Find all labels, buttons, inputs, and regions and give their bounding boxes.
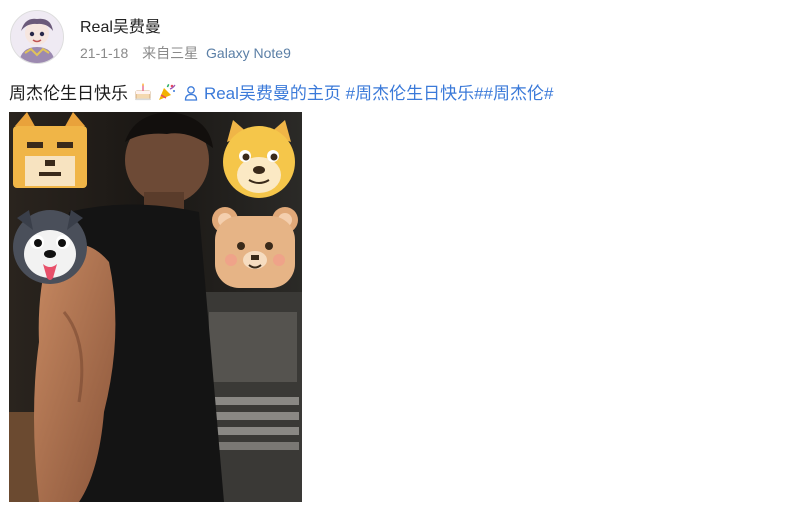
user-icon [184,85,198,101]
username[interactable]: Real吴费曼 [80,13,161,37]
cake-emoji-icon [133,82,153,102]
husky-emoji-sticker [13,210,87,284]
avatar-image [11,11,63,63]
mention-link[interactable]: Real吴费曼的主页 [204,84,341,103]
post-text: 周杰伦生日快乐 Real吴费曼的主页 #周杰伦生日快乐##周杰伦# [9,79,553,104]
teddy-bear-sticker [212,207,298,288]
source-prefix: 来自三星 [142,45,199,61]
party-popper-emoji-icon [157,82,177,102]
shiba-pixel-sticker [13,112,87,188]
avatar[interactable] [10,10,64,64]
post-date: 21-1-18 [80,45,129,61]
post-photo[interactable] [9,112,302,502]
post-meta: 21-1-18 来自三星 Galaxy Note9 [80,43,291,63]
doge-emoji-sticker [223,120,295,198]
device-name: Galaxy Note9 [206,45,291,61]
hashtag-links[interactable]: #周杰伦生日快乐##周杰伦# [346,84,554,103]
post-body-text: 周杰伦生日快乐 [9,84,128,103]
